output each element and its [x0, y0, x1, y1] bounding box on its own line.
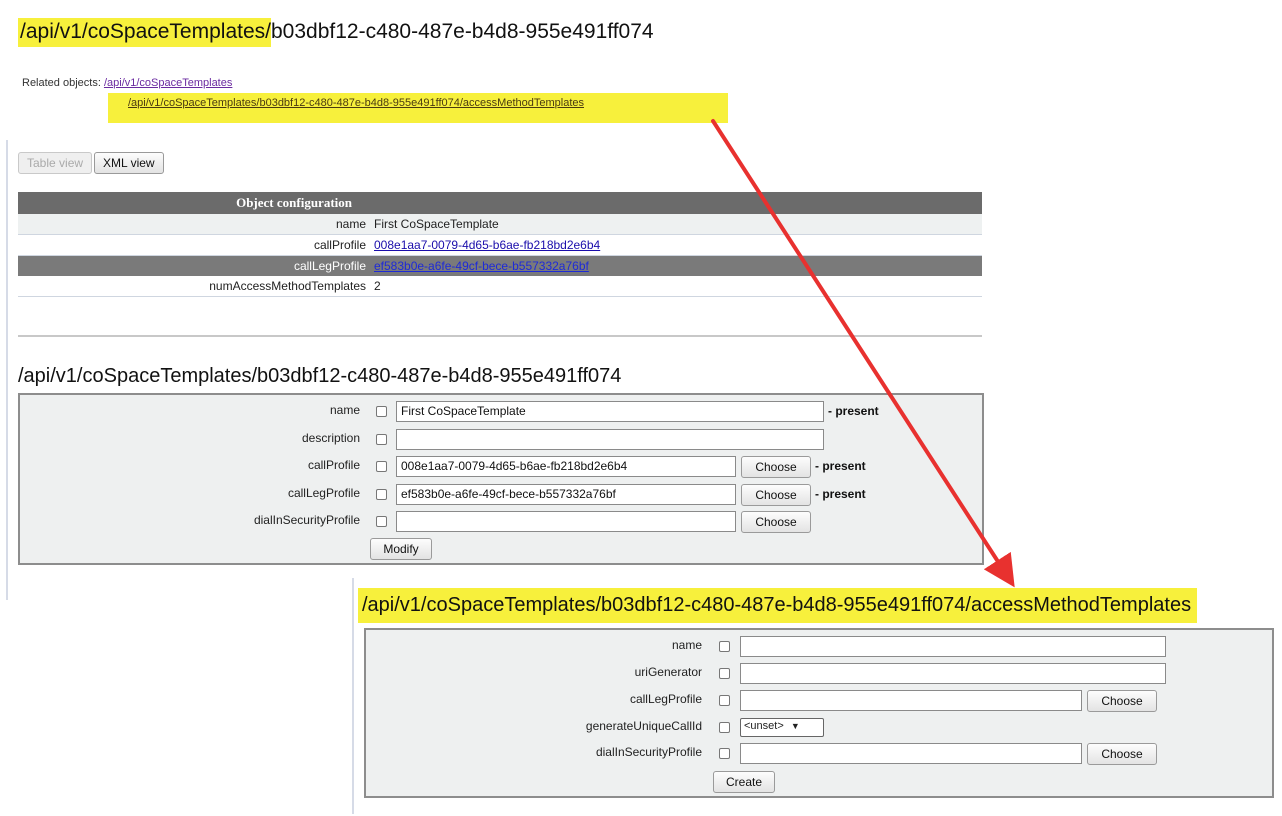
annotation-arrow: [711, 119, 1015, 588]
arrow-line: [711, 119, 1015, 588]
